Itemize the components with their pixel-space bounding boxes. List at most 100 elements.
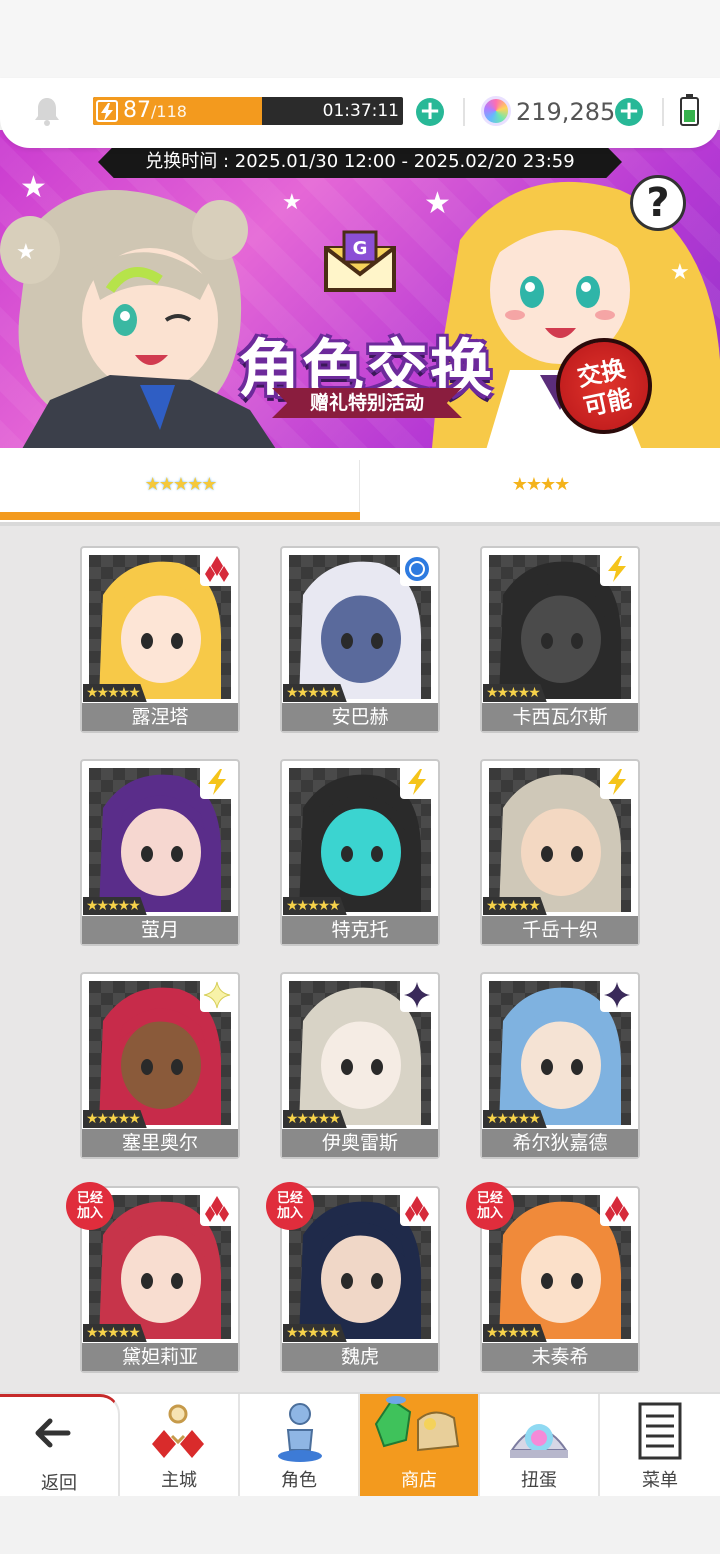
tab-five-star[interactable]: ★★★★★ xyxy=(0,448,360,522)
character-name: 千岳十织 xyxy=(482,916,638,944)
nav-menu-label: 菜单 xyxy=(642,1470,678,1491)
five-star-icon: ★★★★★ xyxy=(144,474,218,495)
lightning-icon xyxy=(200,765,234,799)
joined-line-2: 加入 xyxy=(276,1206,303,1221)
character-name: 塞里奥尔 xyxy=(82,1129,238,1157)
energy-value: 87/118 xyxy=(123,97,187,125)
divider xyxy=(662,98,664,126)
castle-icon xyxy=(152,1404,204,1458)
bottom-navigation: 返回 主城 角色 商店 扭蛋 菜单 xyxy=(0,1392,720,1496)
lightning-icon xyxy=(600,765,634,799)
add-energy-button[interactable]: + xyxy=(416,98,444,126)
rarity-tabs: ★★★★★ ★★★★ xyxy=(0,448,720,522)
character-card[interactable]: ★★★★★ 伊奥雷斯 xyxy=(280,972,440,1159)
character-icon xyxy=(278,1403,322,1462)
already-joined-badge: 已经 加入 xyxy=(266,1182,314,1230)
rarity-stars: ★★★★★ xyxy=(83,1324,147,1342)
nav-back-label: 返回 xyxy=(41,1473,77,1494)
character-card[interactable]: ★★★★★ 希尔狄嘉德 xyxy=(480,972,640,1159)
active-tab-indicator xyxy=(0,512,360,520)
tab-four-star[interactable]: ★★★★ xyxy=(360,448,720,522)
rarity-stars: ★★★★★ xyxy=(83,684,147,702)
banner-subtitle: 赠礼特别活动 xyxy=(272,388,462,418)
nav-shop-label: 商店 xyxy=(401,1470,437,1491)
character-name: 未奏希 xyxy=(482,1343,638,1371)
divider xyxy=(463,98,465,126)
back-arrow-icon xyxy=(35,1418,71,1448)
gacha-icon xyxy=(510,1424,568,1458)
character-name: 伊奥雷斯 xyxy=(282,1129,438,1157)
character-card[interactable]: ★★★★★ 千岳十织 xyxy=(480,759,640,946)
nav-gacha[interactable]: 扭蛋 xyxy=(480,1394,600,1496)
dark-star-icon xyxy=(400,978,434,1012)
rarity-stars: ★★★★★ xyxy=(83,897,147,915)
energy-bar: 87/118 01:37:11 xyxy=(93,97,403,125)
rarity-stars: ★★★★★ xyxy=(283,897,347,915)
diamond-icon xyxy=(400,1192,434,1226)
character-name: 萤月 xyxy=(82,916,238,944)
rarity-stars: ★★★★★ xyxy=(83,1110,147,1128)
gift-envelope-icon: G xyxy=(324,230,396,292)
svg-text:G: G xyxy=(353,238,368,259)
character-card[interactable]: ★★★★★ 萤月 xyxy=(80,759,240,946)
energy-bolt-icon xyxy=(96,100,118,122)
rarity-stars: ★★★★★ xyxy=(483,897,547,915)
already-joined-badge: 已经 加入 xyxy=(66,1182,114,1230)
character-card[interactable]: ★★★★★ 未奏希 已经 加入 xyxy=(466,1182,640,1373)
four-star-icon: ★★★★ xyxy=(511,474,571,495)
character-name: 安巴赫 xyxy=(282,703,438,731)
event-banner: 兑换时间 : 2025.01/30 12:00 - 2025.02/20 23:… xyxy=(0,130,720,448)
nav-main-city[interactable]: 主城 xyxy=(120,1394,240,1496)
help-button[interactable]: ? xyxy=(630,175,686,231)
energy-current: 87 xyxy=(123,98,151,123)
shop-icon xyxy=(374,1396,460,1452)
nav-gacha-label: 扭蛋 xyxy=(521,1470,557,1491)
notification-bell-icon[interactable] xyxy=(33,96,61,126)
character-card[interactable]: ★★★★★ 魏虎 已经 加入 xyxy=(266,1182,440,1373)
rarity-stars: ★★★★★ xyxy=(283,1110,347,1128)
dark-star-icon xyxy=(600,978,634,1012)
gem-count: 219,285 xyxy=(516,98,616,126)
rarity-stars: ★★★★★ xyxy=(483,684,547,702)
character-card[interactable]: ★★★★★ 安巴赫 xyxy=(280,546,440,733)
system-gesture-bar xyxy=(0,1496,720,1554)
circle-icon xyxy=(400,552,434,586)
resource-bar: 87/118 01:37:11 + 219,285 + xyxy=(0,78,720,148)
nav-main-city-label: 主城 xyxy=(161,1470,197,1491)
joined-line-2: 加入 xyxy=(76,1206,103,1221)
character-name: 黛妲莉亚 xyxy=(82,1343,238,1371)
sparkle-icon xyxy=(200,978,234,1012)
character-card[interactable]: ★★★★★ 塞里奥尔 xyxy=(80,972,240,1159)
joined-line-1: 已经 xyxy=(76,1191,103,1206)
star-decoration-icon: ★ xyxy=(20,170,47,205)
energy-max: /118 xyxy=(151,102,187,121)
nav-shop[interactable]: 商店 xyxy=(360,1394,480,1496)
character-card[interactable]: ★★★★★ 特克托 xyxy=(280,759,440,946)
character-name: 希尔狄嘉德 xyxy=(482,1129,638,1157)
nav-characters[interactable]: 角色 xyxy=(240,1394,360,1496)
character-name: 魏虎 xyxy=(282,1343,438,1371)
gem-icon xyxy=(481,96,511,126)
menu-icon xyxy=(638,1402,682,1460)
lightning-icon xyxy=(600,552,634,586)
character-name: 卡西瓦尔斯 xyxy=(482,703,638,731)
lightning-icon xyxy=(400,765,434,799)
star-decoration-icon: ★ xyxy=(670,260,690,285)
star-decoration-icon: ★ xyxy=(282,190,302,215)
nav-menu[interactable]: 菜单 xyxy=(600,1394,720,1496)
character-name: 特克托 xyxy=(282,916,438,944)
rarity-stars: ★★★★★ xyxy=(483,1324,547,1342)
character-card[interactable]: ★★★★★ 卡西瓦尔斯 xyxy=(480,546,640,733)
character-card[interactable]: ★★★★★ 露涅塔 xyxy=(80,546,240,733)
joined-line-1: 已经 xyxy=(476,1191,503,1206)
diamond-icon xyxy=(600,1192,634,1226)
rarity-stars: ★★★★★ xyxy=(283,1324,347,1342)
character-card[interactable]: ★★★★★ 黛妲莉亚 已经 加入 xyxy=(66,1182,240,1373)
rarity-stars: ★★★★★ xyxy=(483,1110,547,1128)
nav-back[interactable]: 返回 xyxy=(0,1394,120,1496)
character-name: 露涅塔 xyxy=(82,703,238,731)
add-gems-button[interactable]: + xyxy=(615,98,643,126)
battery-icon xyxy=(680,94,699,126)
nav-characters-label: 角色 xyxy=(281,1470,317,1491)
already-joined-badge: 已经 加入 xyxy=(466,1182,514,1230)
